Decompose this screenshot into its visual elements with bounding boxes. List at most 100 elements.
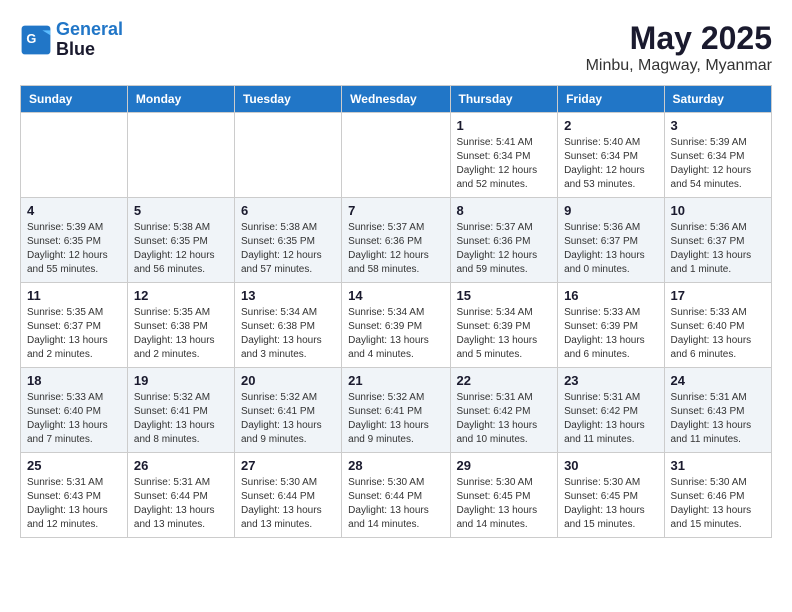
day-number: 29 [457, 458, 552, 473]
day-cell [342, 113, 450, 198]
day-cell: 26 Sunrise: 5:31 AM Sunset: 6:44 PM Dayli… [127, 453, 234, 538]
day-info: Sunrise: 5:34 AM Sunset: 6:39 PM Dayligh… [457, 306, 552, 362]
week-row-2: 4 Sunrise: 5:39 AM Sunset: 6:35 PM Daylig… [21, 198, 772, 283]
logo: G General Blue [20, 20, 123, 60]
day-number: 19 [134, 373, 228, 388]
week-row-1: 1 Sunrise: 5:41 AM Sunset: 6:34 PM Daylig… [21, 113, 772, 198]
day-number: 24 [671, 373, 765, 388]
day-cell: 11 Sunrise: 5:35 AM Sunset: 6:37 PM Dayli… [21, 283, 128, 368]
day-cell: 21 Sunrise: 5:32 AM Sunset: 6:41 PM Dayli… [342, 368, 450, 453]
day-number: 9 [564, 203, 657, 218]
day-cell: 31 Sunrise: 5:30 AM Sunset: 6:46 PM Dayli… [664, 453, 771, 538]
day-number: 18 [27, 373, 121, 388]
day-number: 27 [241, 458, 335, 473]
day-number: 20 [241, 373, 335, 388]
day-info: Sunrise: 5:33 AM Sunset: 6:40 PM Dayligh… [27, 391, 121, 447]
day-cell: 27 Sunrise: 5:30 AM Sunset: 6:44 PM Dayli… [234, 453, 341, 538]
day-cell: 24Sunrise: 5:31 AM Sunset: 6:43 PM Dayli… [664, 368, 771, 453]
day-info: Sunrise: 5:35 AM Sunset: 6:37 PM Dayligh… [27, 306, 121, 362]
day-cell: 1 Sunrise: 5:41 AM Sunset: 6:34 PM Daylig… [450, 113, 558, 198]
col-header-wednesday: Wednesday [342, 86, 450, 113]
day-cell: 23 Sunrise: 5:31 AM Sunset: 6:42 PM Dayli… [558, 368, 664, 453]
page-header: G General Blue May 2025 Minbu, Magway, M… [20, 20, 772, 75]
week-row-4: 18 Sunrise: 5:33 AM Sunset: 6:40 PM Dayli… [21, 368, 772, 453]
day-number: 1 [457, 118, 552, 133]
day-info: Sunrise: 5:37 AM Sunset: 6:36 PM Dayligh… [348, 221, 443, 277]
day-cell [127, 113, 234, 198]
day-cell: 19 Sunrise: 5:32 AM Sunset: 6:41 PM Dayli… [127, 368, 234, 453]
day-info: Sunrise: 5:32 AM Sunset: 6:41 PM Dayligh… [241, 391, 335, 447]
day-number: 11 [27, 288, 121, 303]
col-header-thursday: Thursday [450, 86, 558, 113]
day-number: 31 [671, 458, 765, 473]
col-header-tuesday: Tuesday [234, 86, 341, 113]
day-cell: 14 Sunrise: 5:34 AM Sunset: 6:39 PM Dayli… [342, 283, 450, 368]
col-header-friday: Friday [558, 86, 664, 113]
day-cell: 15Sunrise: 5:34 AM Sunset: 6:39 PM Dayli… [450, 283, 558, 368]
day-info: Sunrise: 5:34 AM Sunset: 6:39 PM Dayligh… [348, 306, 443, 362]
calendar-body: 1 Sunrise: 5:41 AM Sunset: 6:34 PM Daylig… [21, 113, 772, 538]
day-info: Sunrise: 5:31 AM Sunset: 6:42 PM Dayligh… [457, 391, 552, 447]
day-number: 22 [457, 373, 552, 388]
col-header-sunday: Sunday [21, 86, 128, 113]
day-cell: 5Sunrise: 5:38 AM Sunset: 6:35 PM Daylig… [127, 198, 234, 283]
day-number: 4 [27, 203, 121, 218]
day-cell: 17Sunrise: 5:33 AM Sunset: 6:40 PM Dayli… [664, 283, 771, 368]
day-cell: 4 Sunrise: 5:39 AM Sunset: 6:35 PM Daylig… [21, 198, 128, 283]
month-title: May 2025 [586, 20, 772, 57]
day-number: 12 [134, 288, 228, 303]
day-info: Sunrise: 5:30 AM Sunset: 6:44 PM Dayligh… [241, 476, 335, 532]
logo-text: General Blue [56, 20, 123, 60]
day-info: Sunrise: 5:41 AM Sunset: 6:34 PM Dayligh… [457, 136, 552, 192]
day-number: 28 [348, 458, 443, 473]
day-number: 3 [671, 118, 765, 133]
svg-text:G: G [26, 31, 36, 46]
day-cell: 12 Sunrise: 5:35 AM Sunset: 6:38 PM Dayli… [127, 283, 234, 368]
day-number: 13 [241, 288, 335, 303]
day-info: Sunrise: 5:31 AM Sunset: 6:43 PM Dayligh… [27, 476, 121, 532]
col-header-monday: Monday [127, 86, 234, 113]
day-info: Sunrise: 5:30 AM Sunset: 6:45 PM Dayligh… [564, 476, 657, 532]
day-info: Sunrise: 5:37 AM Sunset: 6:36 PM Dayligh… [457, 221, 552, 277]
day-number: 14 [348, 288, 443, 303]
calendar-table: SundayMondayTuesdayWednesdayThursdayFrid… [20, 85, 772, 538]
day-info: Sunrise: 5:31 AM Sunset: 6:44 PM Dayligh… [134, 476, 228, 532]
day-cell: 29 Sunrise: 5:30 AM Sunset: 6:45 PM Dayli… [450, 453, 558, 538]
day-cell: 3 Sunrise: 5:39 AM Sunset: 6:34 PM Daylig… [664, 113, 771, 198]
location-title: Minbu, Magway, Myanmar [586, 57, 772, 75]
day-number: 17 [671, 288, 765, 303]
day-number: 25 [27, 458, 121, 473]
day-cell: 30Sunrise: 5:30 AM Sunset: 6:45 PM Dayli… [558, 453, 664, 538]
day-number: 10 [671, 203, 765, 218]
day-info: Sunrise: 5:32 AM Sunset: 6:41 PM Dayligh… [134, 391, 228, 447]
logo-icon: G [20, 24, 52, 56]
col-header-saturday: Saturday [664, 86, 771, 113]
day-info: Sunrise: 5:32 AM Sunset: 6:41 PM Dayligh… [348, 391, 443, 447]
day-cell: 25 Sunrise: 5:31 AM Sunset: 6:43 PM Dayli… [21, 453, 128, 538]
day-number: 5 [134, 203, 228, 218]
calendar-header-row: SundayMondayTuesdayWednesdayThursdayFrid… [21, 86, 772, 113]
day-cell [21, 113, 128, 198]
day-number: 2 [564, 118, 657, 133]
day-cell: 28Sunrise: 5:30 AM Sunset: 6:44 PM Dayli… [342, 453, 450, 538]
day-info: Sunrise: 5:34 AM Sunset: 6:38 PM Dayligh… [241, 306, 335, 362]
day-cell: 7Sunrise: 5:37 AM Sunset: 6:36 PM Daylig… [342, 198, 450, 283]
day-cell: 9 Sunrise: 5:36 AM Sunset: 6:37 PM Daylig… [558, 198, 664, 283]
day-number: 21 [348, 373, 443, 388]
day-info: Sunrise: 5:36 AM Sunset: 6:37 PM Dayligh… [564, 221, 657, 277]
day-info: Sunrise: 5:30 AM Sunset: 6:45 PM Dayligh… [457, 476, 552, 532]
day-number: 6 [241, 203, 335, 218]
day-info: Sunrise: 5:31 AM Sunset: 6:42 PM Dayligh… [564, 391, 657, 447]
day-info: Sunrise: 5:39 AM Sunset: 6:34 PM Dayligh… [671, 136, 765, 192]
day-cell: 18 Sunrise: 5:33 AM Sunset: 6:40 PM Dayli… [21, 368, 128, 453]
day-cell [234, 113, 341, 198]
day-info: Sunrise: 5:30 AM Sunset: 6:46 PM Dayligh… [671, 476, 765, 532]
day-info: Sunrise: 5:39 AM Sunset: 6:35 PM Dayligh… [27, 221, 121, 277]
day-info: Sunrise: 5:40 AM Sunset: 6:34 PM Dayligh… [564, 136, 657, 192]
day-cell: 10Sunrise: 5:36 AM Sunset: 6:37 PM Dayli… [664, 198, 771, 283]
day-number: 23 [564, 373, 657, 388]
day-cell: 6Sunrise: 5:38 AM Sunset: 6:35 PM Daylig… [234, 198, 341, 283]
week-row-5: 25 Sunrise: 5:31 AM Sunset: 6:43 PM Dayli… [21, 453, 772, 538]
day-number: 26 [134, 458, 228, 473]
day-info: Sunrise: 5:35 AM Sunset: 6:38 PM Dayligh… [134, 306, 228, 362]
